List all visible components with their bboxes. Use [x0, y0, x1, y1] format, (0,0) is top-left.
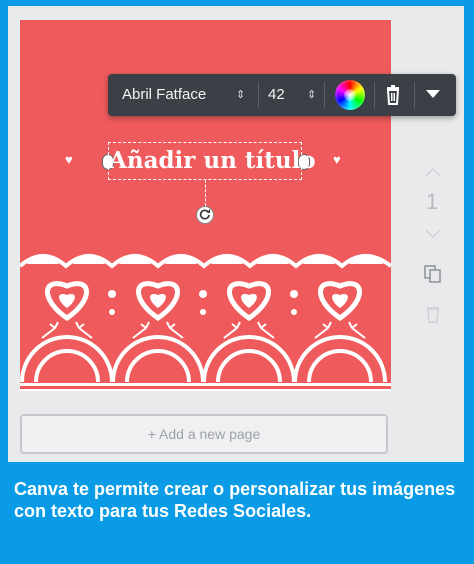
font-family-arrows-icon[interactable]: ⇕ — [236, 74, 245, 116]
text-toolbar: Abril Fatface ⇕ 42 ⇕ — [108, 74, 456, 116]
rotate-connector — [205, 180, 206, 206]
caption-text: Canva te permite crear o personalizar tu… — [14, 479, 456, 521]
toolbar-divider — [414, 82, 415, 108]
font-size-arrows-icon[interactable]: ⇕ — [307, 74, 316, 116]
chevron-down-icon[interactable] — [426, 90, 440, 98]
title-text-box[interactable]: Añadir un título — [108, 142, 316, 180]
toolbar-divider — [258, 82, 259, 108]
color-wheel-icon[interactable] — [335, 80, 365, 110]
toolbar-divider — [374, 82, 375, 108]
screenshot-frame: ♥ ♥ Añadir un título Abril Fatface ⇕ 42 … — [0, 0, 474, 564]
rotate-icon — [199, 209, 211, 220]
title-text[interactable]: Añadir un título — [109, 143, 316, 179]
heart-right-icon: ♥ — [333, 152, 341, 167]
add-page-button[interactable]: + Add a new page — [20, 414, 388, 454]
editor-workspace: ♥ ♥ Añadir un título Abril Fatface ⇕ 42 … — [8, 6, 464, 462]
font-family-select[interactable]: Abril Fatface — [122, 74, 206, 116]
move-page-up-icon[interactable] — [424, 166, 442, 178]
move-page-down-icon[interactable] — [424, 228, 442, 240]
toolbar-divider — [324, 82, 325, 108]
trash-icon[interactable] — [382, 84, 404, 106]
font-size-select[interactable]: 42 — [268, 74, 285, 116]
rotate-handle[interactable] — [196, 206, 214, 224]
heart-left-icon: ♥ — [65, 152, 73, 167]
lace-heart-pattern — [20, 254, 391, 391]
delete-page-icon[interactable] — [424, 304, 442, 324]
duplicate-page-icon[interactable] — [423, 264, 443, 284]
page-number: 1 — [425, 189, 439, 214]
